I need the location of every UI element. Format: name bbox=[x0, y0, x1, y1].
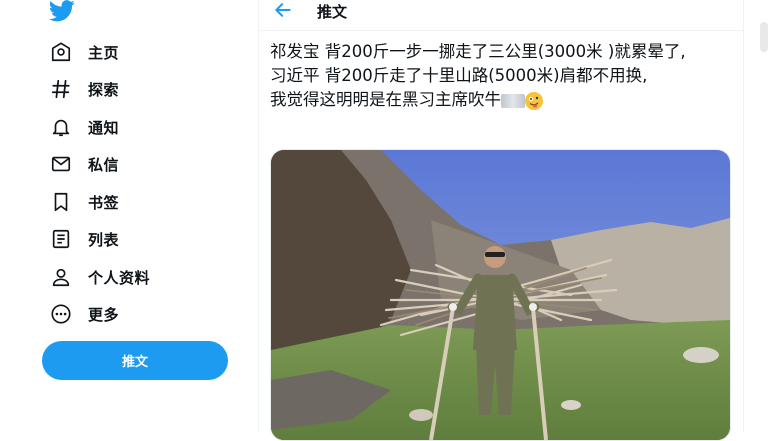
sidebar-item-label: 通知 bbox=[88, 118, 120, 137]
profile-icon bbox=[48, 264, 74, 290]
sidebar-nav: 主页 探索 通知 私信 书签 列表 个人资料 更多 推文 bbox=[0, 0, 258, 432]
tweet-line-2: 习近平 背200斤走了十里山路(5000米)肩都不用换, bbox=[270, 66, 648, 85]
sidebar-item-explore[interactable]: 探索 bbox=[48, 74, 119, 104]
page-title: 推文 bbox=[317, 3, 348, 21]
tweet-line-3-text: 我觉得这明明是在黑习主席吹牛 bbox=[270, 90, 501, 109]
list-icon bbox=[48, 226, 74, 252]
sidebar-item-label: 列表 bbox=[88, 230, 120, 249]
twitter-logo-icon[interactable] bbox=[48, 0, 76, 22]
sidebar-item-messages[interactable]: 私信 bbox=[48, 149, 119, 179]
sidebar-item-label: 个人资料 bbox=[88, 268, 151, 287]
crazy-face-emoji-icon bbox=[525, 91, 543, 110]
tweet-line-3: 我觉得这明明是在黑习主席吹牛 bbox=[270, 88, 732, 112]
tweet-line-1: 祁发宝 背200斤一步一挪走了三公里(3000米 )就累晕了, bbox=[270, 42, 686, 61]
sidebar-item-notifications[interactable]: 通知 bbox=[48, 112, 119, 142]
sidebar-item-more[interactable]: 更多 bbox=[48, 299, 119, 329]
sidebar-item-label: 主页 bbox=[88, 43, 120, 62]
bookmark-icon bbox=[48, 189, 74, 215]
sidebar-item-home[interactable]: 主页 bbox=[48, 37, 119, 67]
mail-icon bbox=[48, 151, 74, 177]
tweet-button[interactable]: 推文 bbox=[42, 341, 228, 380]
sidebar-item-label: 书签 bbox=[88, 193, 120, 212]
bell-icon bbox=[48, 114, 74, 140]
photo-man-carrying-firewood bbox=[271, 150, 730, 440]
tweet-photo[interactable] bbox=[270, 149, 731, 441]
home-icon bbox=[48, 39, 74, 65]
column-divider bbox=[258, 0, 259, 432]
sidebar-item-lists[interactable]: 列表 bbox=[48, 224, 119, 254]
hashtag-icon bbox=[48, 76, 74, 102]
sidebar-item-profile[interactable]: 个人资料 bbox=[48, 262, 150, 292]
column-divider bbox=[743, 0, 744, 432]
more-icon bbox=[48, 301, 74, 327]
back-arrow-icon[interactable] bbox=[273, 0, 293, 20]
sidebar-item-bookmarks[interactable]: 书签 bbox=[48, 187, 119, 217]
tweet-text: 祁发宝 背200斤一步一挪走了三公里(3000米 )就累晕了, 习近平 背200… bbox=[270, 40, 732, 112]
tweet-header: 推文 bbox=[259, 0, 743, 31]
scrollbar-handle[interactable] bbox=[760, 22, 768, 52]
sidebar-item-label: 探索 bbox=[88, 80, 120, 99]
sidebar-item-label: 私信 bbox=[88, 155, 120, 174]
blurred-text bbox=[501, 93, 525, 108]
sidebar-item-label: 更多 bbox=[88, 305, 120, 324]
